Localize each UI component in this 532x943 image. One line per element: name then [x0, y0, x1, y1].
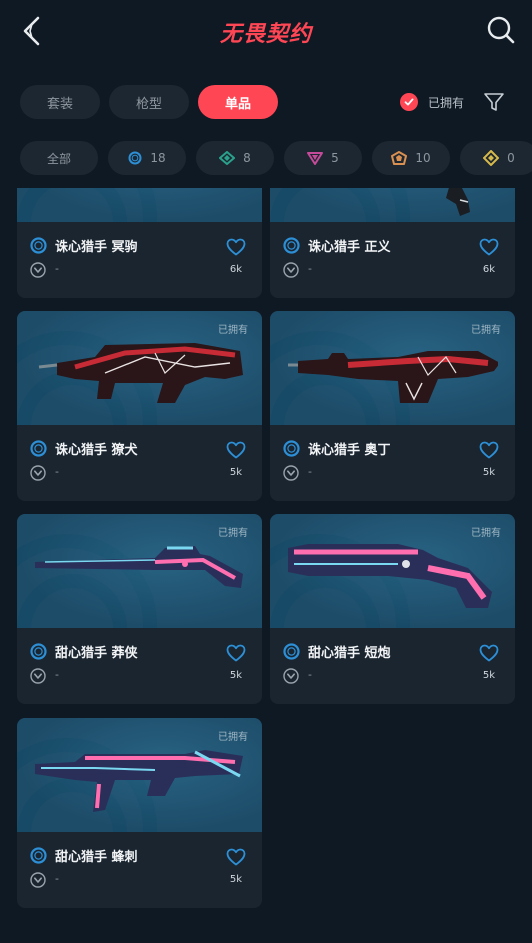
rarity-value: -: [55, 872, 59, 885]
select-tier-icon: [30, 440, 47, 457]
skin-image: 已拥有: [270, 311, 515, 425]
chevron-badge-icon: [283, 262, 299, 278]
skin-name: 诛心猎手 獠犬: [55, 443, 138, 458]
weapon-image: [288, 351, 498, 403]
skin-card[interactable]: 已拥有 诛心猎手 獠犬 - 5k: [17, 311, 262, 501]
heart-icon[interactable]: [226, 441, 246, 459]
tier-filter: 全部 18 8 5 10 0: [20, 141, 532, 175]
skin-image: [270, 188, 515, 222]
rarity-value: -: [308, 465, 312, 478]
heart-icon[interactable]: [479, 238, 499, 256]
skin-image: 已拥有: [270, 514, 515, 628]
skin-card[interactable]: 已拥有 诛心猎手 奥丁 - 5k: [270, 311, 515, 501]
heart-icon[interactable]: [479, 644, 499, 662]
chevron-badge-icon: [30, 872, 46, 888]
skin-grid: 诛心猎手 冥驹 - 6k 诛心猎手 正义 - 6k 已拥有 诛心猎手 獠犬 - …: [0, 188, 532, 943]
heart-icon[interactable]: [226, 848, 246, 866]
skin-name: 诛心猎手 奥丁: [308, 443, 391, 458]
skin-card[interactable]: 已拥有 甜心猎手 蜂刺 - 5k: [17, 718, 262, 908]
select-tier-icon: [30, 847, 47, 864]
skin-image: 已拥有: [17, 718, 262, 832]
select-tier-icon: [30, 237, 47, 254]
select-tier-icon: [30, 643, 47, 660]
skin-name: 诛心猎手 正义: [308, 240, 391, 255]
tab-weapon-type[interactable]: 枪型: [109, 85, 189, 119]
exclusive-tier-icon: [391, 151, 408, 165]
filter-icon[interactable]: [483, 91, 505, 113]
skin-name: 甜心猎手 短炮: [308, 646, 391, 661]
like-count: 6k: [229, 264, 242, 275]
tier-count: 8: [243, 151, 251, 165]
rarity-value: -: [55, 465, 59, 478]
premium-tier-icon: [307, 151, 324, 165]
ultra-tier-icon: [483, 150, 500, 166]
tier-deluxe[interactable]: 8: [196, 141, 274, 175]
owned-toggle[interactable]: 已拥有: [400, 92, 464, 112]
tier-select[interactable]: 18: [108, 141, 186, 175]
tier-count: 18: [150, 151, 166, 165]
search-icon[interactable]: [486, 15, 516, 45]
skin-name: 甜心猎手 蜂刺: [55, 850, 138, 865]
header: 无畏契约: [0, 0, 532, 66]
like-count: 5k: [229, 874, 242, 885]
skin-card[interactable]: 已拥有 甜心猎手 短炮 - 5k: [270, 514, 515, 704]
select-tier-icon: [128, 151, 142, 165]
tier-all[interactable]: 全部: [20, 141, 98, 175]
select-tier-icon: [283, 643, 300, 660]
chevron-badge-icon: [30, 465, 46, 481]
tier-label: 全部: [46, 151, 71, 166]
tab-outfit[interactable]: 套装: [20, 85, 100, 119]
tier-premium[interactable]: 5: [284, 141, 362, 175]
weapon-image: [446, 188, 470, 216]
chevron-badge-icon: [30, 668, 46, 684]
heart-icon[interactable]: [226, 238, 246, 256]
skin-card[interactable]: 已拥有 甜心猎手 莽侠 - 5k: [17, 514, 262, 704]
app-title: 无畏契约: [219, 22, 312, 47]
weapon-image: [35, 546, 243, 588]
chevron-badge-icon: [283, 668, 299, 684]
rarity-value: -: [55, 262, 59, 275]
tier-exclusive[interactable]: 10: [372, 141, 450, 175]
chevron-badge-icon: [283, 465, 299, 481]
like-count: 5k: [229, 670, 242, 681]
tab-single-item[interactable]: 单品: [198, 85, 278, 119]
rarity-value: -: [55, 668, 59, 681]
like-count: 5k: [482, 467, 495, 478]
check-icon: [400, 93, 418, 111]
tier-ultra[interactable]: 0: [460, 141, 532, 175]
weapon-image: [38, 343, 243, 403]
tier-count: 10: [415, 151, 431, 165]
tier-count: 0: [507, 151, 515, 165]
like-count: 6k: [482, 264, 495, 275]
tier-count: 5: [331, 151, 339, 165]
skin-name: 诛心猎手 冥驹: [55, 240, 138, 255]
skin-image: 已拥有: [17, 514, 262, 628]
like-count: 5k: [229, 467, 242, 478]
chevron-badge-icon: [30, 262, 46, 278]
skin-image: [17, 188, 262, 222]
rarity-value: -: [308, 668, 312, 681]
heart-icon[interactable]: [226, 644, 246, 662]
rarity-value: -: [308, 262, 312, 275]
select-tier-icon: [283, 237, 300, 254]
skin-name: 甜心猎手 莽侠: [55, 646, 138, 661]
weapon-image: [288, 544, 492, 608]
select-tier-icon: [283, 440, 300, 457]
skin-card[interactable]: 诛心猎手 冥驹 - 6k: [17, 188, 262, 298]
skin-image: 已拥有: [17, 311, 262, 425]
heart-icon[interactable]: [479, 441, 499, 459]
weapon-image: [35, 750, 243, 812]
deluxe-tier-icon: [219, 151, 236, 165]
owned-label: 已拥有: [428, 95, 465, 110]
like-count: 5k: [482, 670, 495, 681]
skin-card[interactable]: 诛心猎手 正义 - 6k: [270, 188, 515, 298]
